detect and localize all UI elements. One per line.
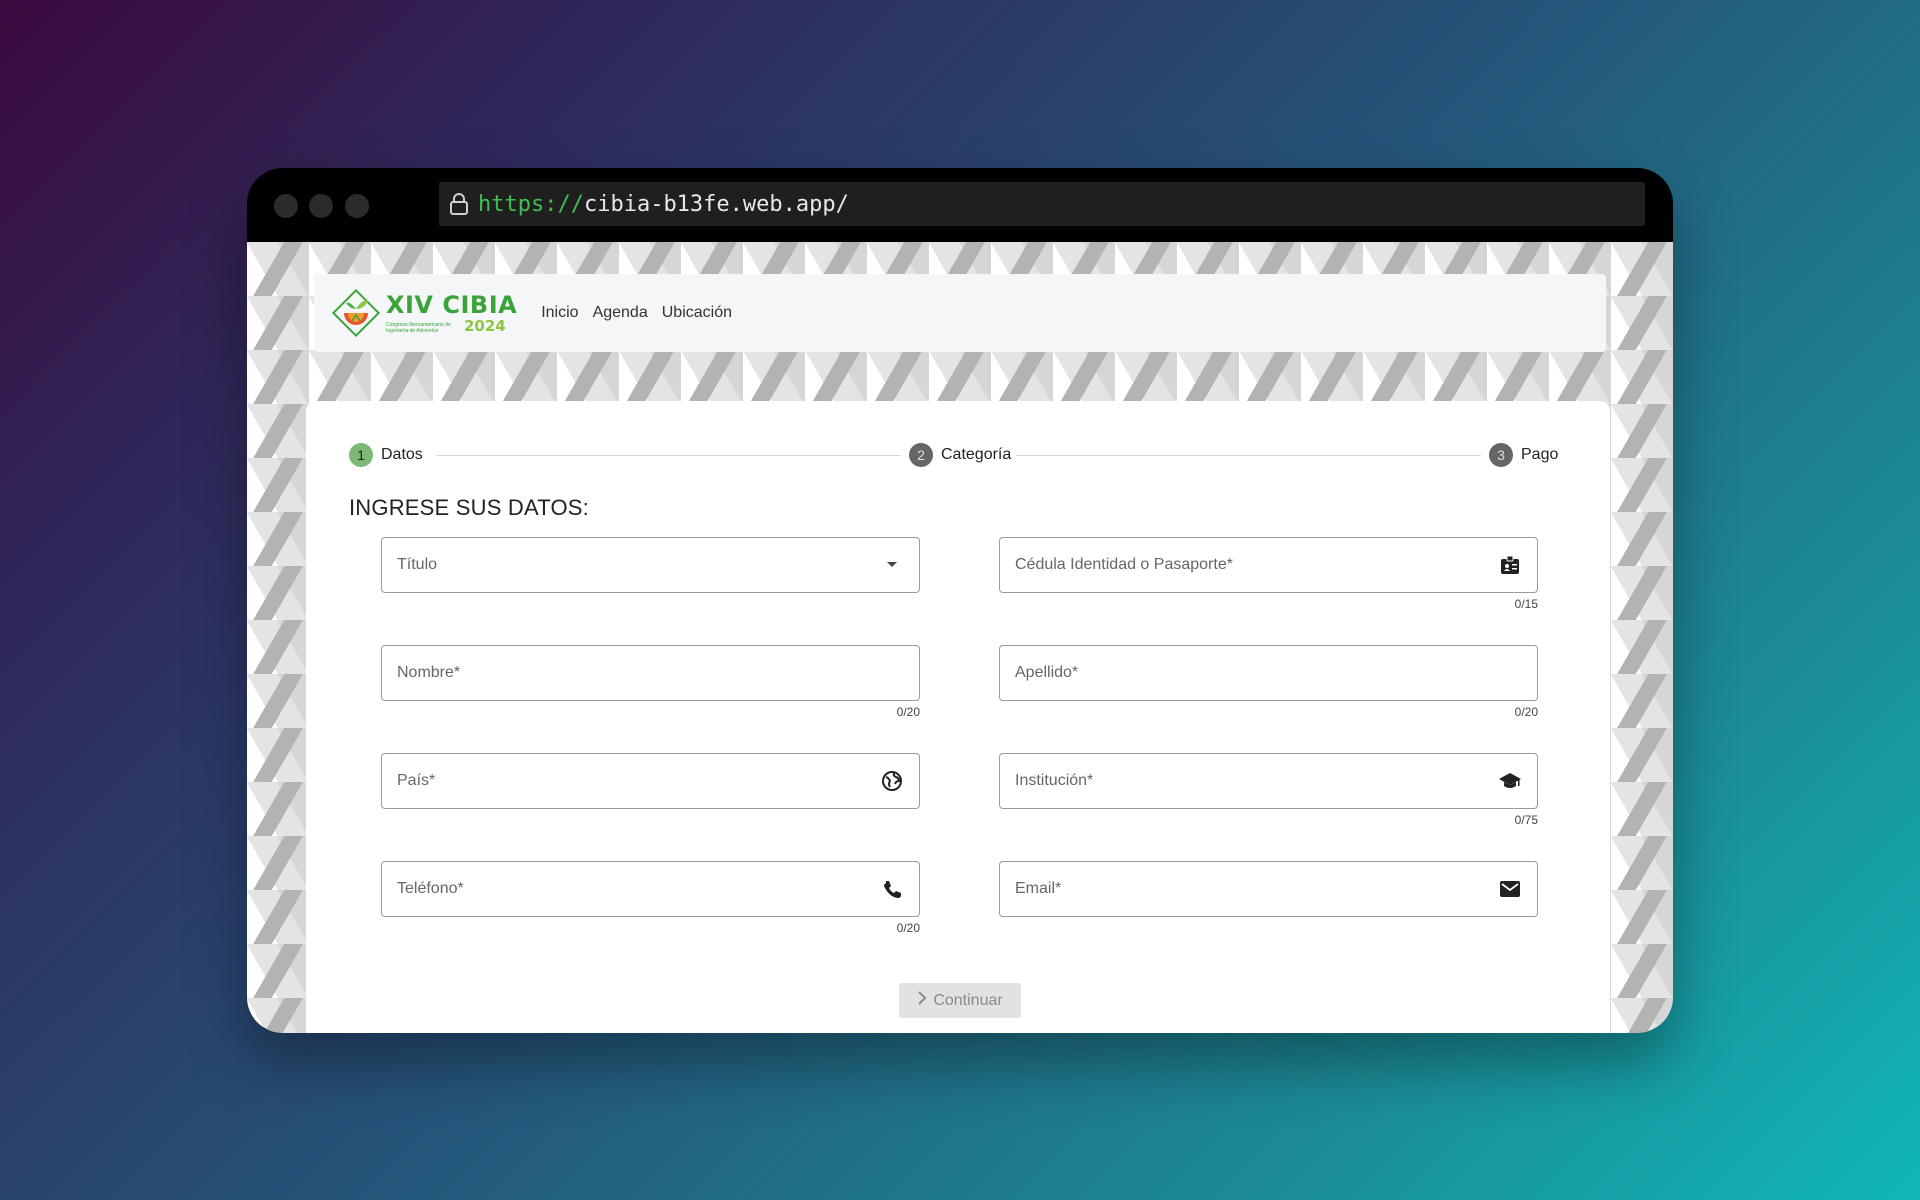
top-navbar: XIV CIBIA Congreso Iberoamericano de Ing… — [314, 274, 1606, 352]
registration-card: 1 Datos 2 Categoría 3 Pago INGRESE SUS D… — [306, 401, 1610, 1033]
institucion-field[interactable] — [999, 753, 1538, 809]
nav-link-agenda[interactable]: Agenda — [593, 304, 648, 322]
continue-button[interactable]: Continuar — [899, 983, 1021, 1018]
telefono-input[interactable] — [397, 880, 880, 898]
institucion-counter: 0/75 — [1514, 813, 1538, 827]
step-categoria[interactable]: 2 Categoría — [909, 443, 1011, 467]
url-host: cibia-b13fe.web.app/ — [583, 191, 849, 217]
window-maximize-button[interactable] — [345, 194, 369, 218]
step-label: Categoría — [941, 446, 1012, 463]
nombre-counter: 0/20 — [896, 705, 920, 719]
step-label: Pago — [1521, 446, 1559, 463]
form-title: INGRESE SUS DATOS: — [349, 495, 589, 520]
graduation-cap-icon — [1498, 769, 1522, 793]
page-viewport: XIV CIBIA Congreso Iberoamericano de Ing… — [247, 242, 1673, 1033]
browser-chrome: https:// cibia-b13fe.web.app/ — [247, 168, 1673, 242]
nombre-field[interactable] — [381, 645, 920, 701]
logo-year: 2024 — [464, 316, 506, 335]
step-datos[interactable]: 1 Datos — [349, 443, 423, 467]
phone-icon — [880, 877, 904, 901]
cedula-input[interactable] — [1015, 556, 1498, 574]
step-number: 1 — [349, 443, 373, 467]
cedula-field[interactable] — [999, 537, 1538, 593]
apellido-input[interactable] — [1015, 664, 1522, 682]
step-number: 2 — [909, 443, 933, 467]
telefono-counter: 0/20 — [896, 921, 920, 935]
logo-subtitle: Congreso Iberoamericano de Ingeniería de… — [386, 321, 451, 334]
step-label: Datos — [381, 446, 423, 463]
apellido-counter: 0/20 — [1514, 705, 1538, 719]
step-number: 3 — [1489, 443, 1513, 467]
logo-emblem-icon — [331, 288, 381, 338]
continue-label: Continuar — [933, 991, 1003, 1009]
cedula-counter: 0/15 — [1514, 597, 1538, 611]
pais-input[interactable] — [397, 772, 880, 790]
stepper: 1 Datos 2 Categoría 3 Pago — [349, 443, 1559, 469]
email-icon — [1498, 877, 1522, 901]
telefono-field[interactable] — [381, 861, 920, 917]
browser-window: https:// cibia-b13fe.web.app/ XIV CIBIA … — [247, 168, 1673, 1033]
institucion-input[interactable] — [1015, 772, 1498, 790]
pais-field[interactable] — [381, 753, 920, 809]
nav-link-inicio[interactable]: Inicio — [541, 304, 578, 322]
titulo-input[interactable] — [397, 556, 880, 574]
email-field[interactable] — [999, 861, 1538, 917]
stepper-connector — [436, 455, 901, 456]
id-card-icon — [1498, 553, 1522, 577]
nav-links: Inicio Agenda Ubicación — [541, 304, 732, 322]
window-minimize-button[interactable] — [309, 194, 333, 218]
url-scheme: https:// — [478, 191, 584, 217]
chevron-right-icon — [917, 991, 927, 1010]
dropdown-arrow-icon[interactable] — [880, 553, 904, 577]
site-logo[interactable]: XIV CIBIA Congreso Iberoamericano de Ing… — [330, 287, 517, 339]
apellido-field[interactable] — [999, 645, 1538, 701]
email-input[interactable] — [1015, 880, 1498, 898]
nav-link-ubicacion[interactable]: Ubicación — [662, 304, 732, 322]
lock-icon — [448, 192, 470, 216]
step-pago[interactable]: 3 Pago — [1489, 443, 1558, 467]
logo-title: XIV CIBIA — [386, 290, 518, 319]
titulo-select[interactable] — [381, 537, 920, 593]
address-bar[interactable]: https:// cibia-b13fe.web.app/ — [439, 182, 1645, 226]
window-close-button[interactable] — [274, 194, 298, 218]
globe-icon — [880, 769, 904, 793]
stepper-connector — [1016, 455, 1481, 456]
nombre-input[interactable] — [397, 664, 904, 682]
